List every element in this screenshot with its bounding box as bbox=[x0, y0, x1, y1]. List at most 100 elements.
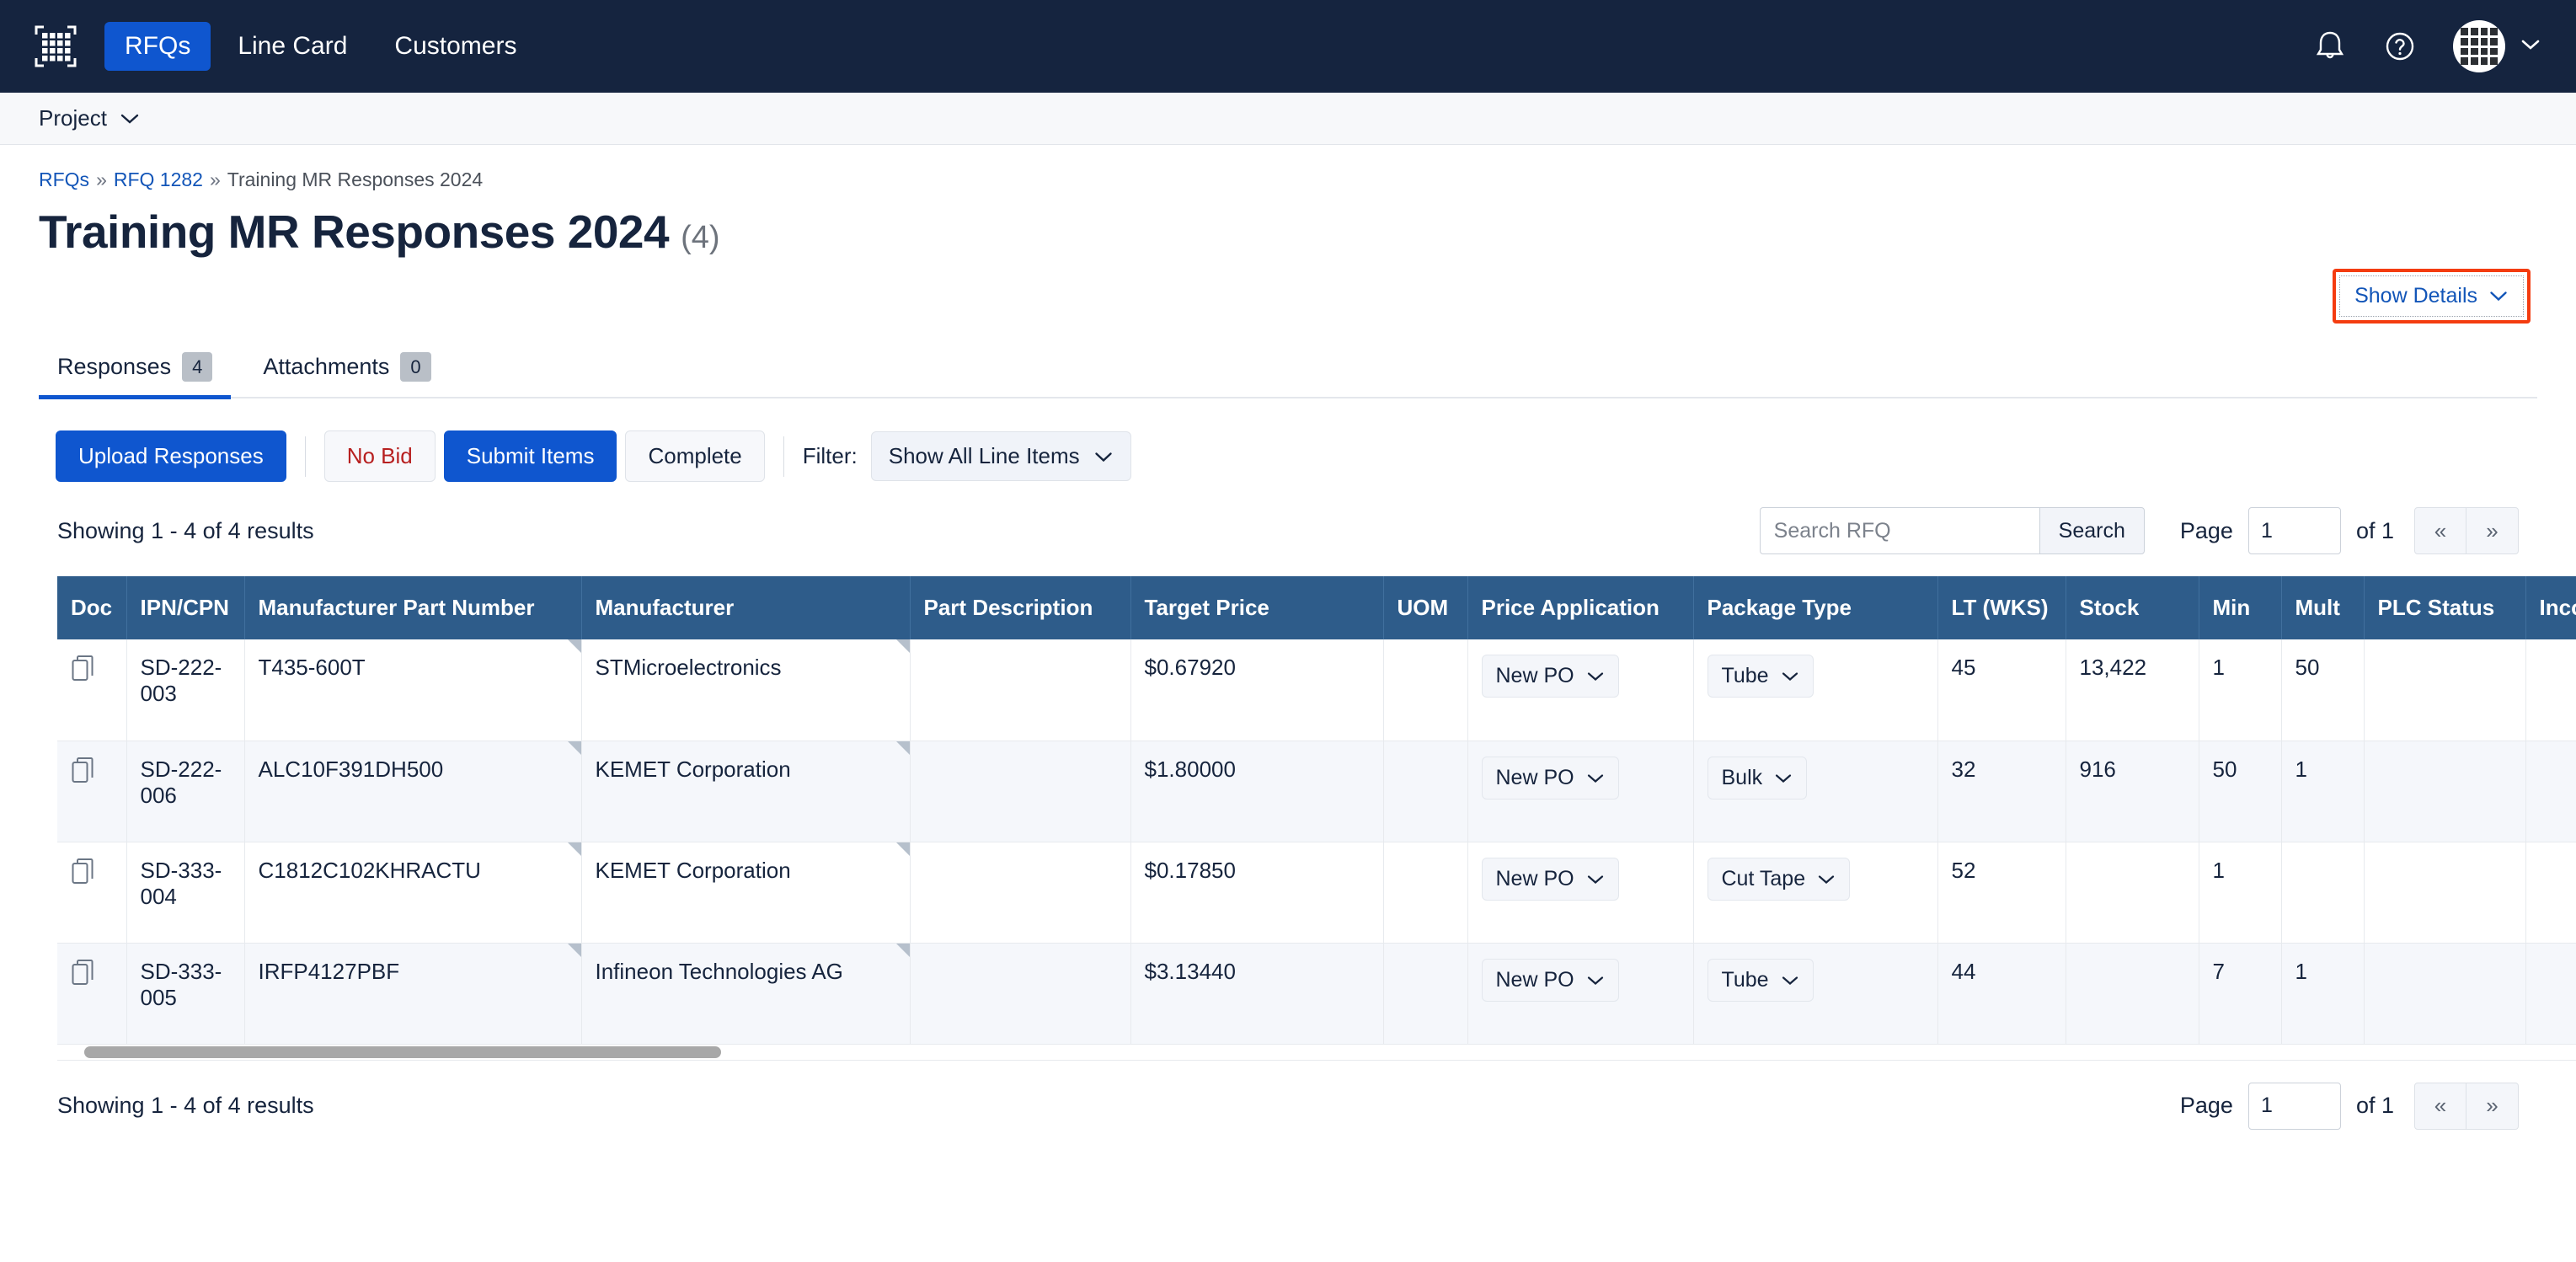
cell-doc[interactable] bbox=[57, 943, 127, 1045]
filter-select[interactable]: Show All Line Items bbox=[870, 431, 1131, 482]
copy-document-icon[interactable] bbox=[71, 757, 96, 790]
col-lt-wks[interactable]: LT (WKS) bbox=[1937, 576, 2066, 640]
col-manufacturer[interactable]: Manufacturer bbox=[581, 576, 911, 640]
cell-package-type[interactable]: Bulk bbox=[1693, 741, 1938, 842]
col-part-description[interactable]: Part Description bbox=[910, 576, 1131, 640]
cell-doc[interactable] bbox=[57, 741, 127, 842]
grid-logo-icon[interactable] bbox=[32, 23, 79, 70]
top-navigation-bar: RFQs Line Card Customers bbox=[0, 0, 2576, 93]
package-type-dropdown[interactable]: Cut Tape bbox=[1707, 857, 1851, 901]
nav-link-customers[interactable]: Customers bbox=[374, 22, 537, 71]
tab-responses[interactable]: Responses 4 bbox=[39, 340, 232, 400]
next-page-button-bottom[interactable]: » bbox=[2466, 1082, 2519, 1130]
cell-package-type[interactable]: Tube bbox=[1693, 943, 1938, 1045]
cell-stock: 916 bbox=[2066, 741, 2199, 842]
price-application-dropdown[interactable]: New PO bbox=[1481, 958, 1619, 1002]
cell-stock: 13,422 bbox=[2066, 639, 2199, 741]
cell-stock bbox=[2066, 943, 2199, 1045]
cell-mult: 1 bbox=[2281, 741, 2365, 842]
page-number-input-top[interactable] bbox=[2247, 507, 2341, 555]
price-application-dropdown[interactable]: New PO bbox=[1481, 756, 1619, 799]
cell-target-price: $0.67920 bbox=[1130, 639, 1384, 741]
submit-items-button[interactable]: Submit Items bbox=[443, 430, 617, 483]
table-body: SD-222-003 T435-600T STMicroelectronics … bbox=[57, 639, 2576, 1045]
col-plc-status[interactable]: PLC Status bbox=[2364, 576, 2526, 640]
horizontal-scrollbar-thumb[interactable] bbox=[84, 1045, 721, 1058]
cell-manufacturer: KEMET Corporation bbox=[581, 741, 911, 842]
user-menu[interactable] bbox=[2453, 20, 2542, 72]
col-manufacturer-part-number[interactable]: Manufacturer Part Number bbox=[244, 576, 582, 640]
cell-doc[interactable] bbox=[57, 639, 127, 741]
package-type-dropdown[interactable]: Tube bbox=[1707, 958, 1814, 1002]
copy-document-icon[interactable] bbox=[71, 655, 96, 688]
package-type-value: Tube bbox=[1721, 967, 1769, 992]
resize-corner-icon bbox=[567, 943, 581, 957]
cell-price-application[interactable]: New PO bbox=[1467, 842, 1694, 944]
cell-mpn-text: T435-600T bbox=[258, 655, 366, 681]
table-row: SD-222-003 T435-600T STMicroelectronics … bbox=[57, 639, 2576, 741]
nav-link-rfqs[interactable]: RFQs bbox=[104, 22, 211, 71]
col-price-application[interactable]: Price Application bbox=[1467, 576, 1694, 640]
cell-manufacturer: STMicroelectronics bbox=[581, 639, 911, 741]
cell-price-application[interactable]: New PO bbox=[1467, 943, 1694, 1045]
price-application-value: New PO bbox=[1495, 765, 1574, 789]
help-circle-icon[interactable] bbox=[2382, 29, 2418, 64]
cell-price-application[interactable]: New PO bbox=[1467, 741, 1694, 842]
col-package-type[interactable]: Package Type bbox=[1693, 576, 1938, 640]
nav-link-line-card[interactable]: Line Card bbox=[217, 22, 367, 71]
page-number-input-bottom[interactable] bbox=[2247, 1082, 2341, 1130]
cell-lt-wks: 44 bbox=[1937, 943, 2066, 1045]
package-type-value: Cut Tape bbox=[1721, 866, 1806, 890]
prev-page-button-top[interactable]: « bbox=[2414, 507, 2466, 555]
complete-button[interactable]: Complete bbox=[625, 430, 765, 483]
search-button[interactable]: Search bbox=[2039, 507, 2145, 555]
table-row: SD-333-004 C1812C102KHRACTU KEMET Corpor… bbox=[57, 842, 2576, 944]
col-min[interactable]: Min bbox=[2199, 576, 2282, 640]
breadcrumb-link-rfq-1282[interactable]: RFQ 1282 bbox=[114, 170, 203, 190]
cell-doc[interactable] bbox=[57, 842, 127, 944]
col-stock[interactable]: Stock bbox=[2066, 576, 2199, 640]
cell-plc-status bbox=[2364, 842, 2526, 944]
show-details-button[interactable]: Show Details bbox=[2339, 275, 2524, 317]
col-mult[interactable]: Mult bbox=[2281, 576, 2365, 640]
nav-right-actions bbox=[2313, 20, 2542, 72]
col-uom[interactable]: UOM bbox=[1383, 576, 1468, 640]
cell-price-application[interactable]: New PO bbox=[1467, 639, 1694, 741]
col-target-price[interactable]: Target Price bbox=[1130, 576, 1384, 640]
pager-bottom: « » bbox=[2414, 1082, 2519, 1130]
chevron-down-icon[interactable] bbox=[2519, 37, 2542, 56]
prev-page-button-bottom[interactable]: « bbox=[2414, 1082, 2466, 1130]
cell-package-type[interactable]: Tube bbox=[1693, 639, 1938, 741]
col-doc[interactable]: Doc bbox=[57, 576, 127, 640]
upload-responses-button[interactable]: Upload Responses bbox=[56, 430, 286, 483]
search-input[interactable] bbox=[1759, 507, 2039, 555]
package-type-dropdown[interactable]: Tube bbox=[1707, 655, 1814, 698]
col-incoterms[interactable]: Incoterms bbox=[2525, 576, 2576, 640]
package-type-dropdown[interactable]: Bulk bbox=[1707, 756, 1808, 799]
cell-lt-wks: 45 bbox=[1937, 639, 2066, 741]
cell-lt-wks: 32 bbox=[1937, 741, 2066, 842]
cell-plc-status bbox=[2364, 639, 2526, 741]
price-application-dropdown[interactable]: New PO bbox=[1481, 655, 1619, 698]
price-application-dropdown[interactable]: New PO bbox=[1481, 857, 1619, 901]
price-application-value: New PO bbox=[1495, 664, 1574, 688]
cell-plc-status bbox=[2364, 741, 2526, 842]
copy-document-icon[interactable] bbox=[71, 959, 96, 992]
horizontal-scrollbar[interactable] bbox=[57, 1044, 2576, 1060]
show-details-highlight: Show Details bbox=[2333, 268, 2531, 324]
resize-corner-icon bbox=[567, 842, 581, 856]
breadcrumb-link-rfqs[interactable]: RFQs bbox=[39, 170, 89, 190]
copy-document-icon[interactable] bbox=[71, 858, 96, 891]
next-page-button-top[interactable]: » bbox=[2466, 507, 2519, 555]
tab-attachments[interactable]: Attachments 0 bbox=[244, 340, 449, 400]
grid-avatar-icon[interactable] bbox=[2453, 20, 2505, 72]
col-ipn-cpn[interactable]: IPN/CPN bbox=[126, 576, 245, 640]
project-selector[interactable]: Project bbox=[39, 105, 141, 131]
cell-mpn-text: ALC10F391DH500 bbox=[258, 756, 444, 782]
cell-uom bbox=[1383, 842, 1468, 944]
bell-icon[interactable] bbox=[2313, 29, 2347, 64]
cell-manufacturer: KEMET Corporation bbox=[581, 842, 911, 944]
no-bid-button[interactable]: No Bid bbox=[323, 430, 436, 483]
cell-package-type[interactable]: Cut Tape bbox=[1693, 842, 1938, 944]
tab-bar: Responses 4 Attachments 0 bbox=[39, 340, 2537, 400]
